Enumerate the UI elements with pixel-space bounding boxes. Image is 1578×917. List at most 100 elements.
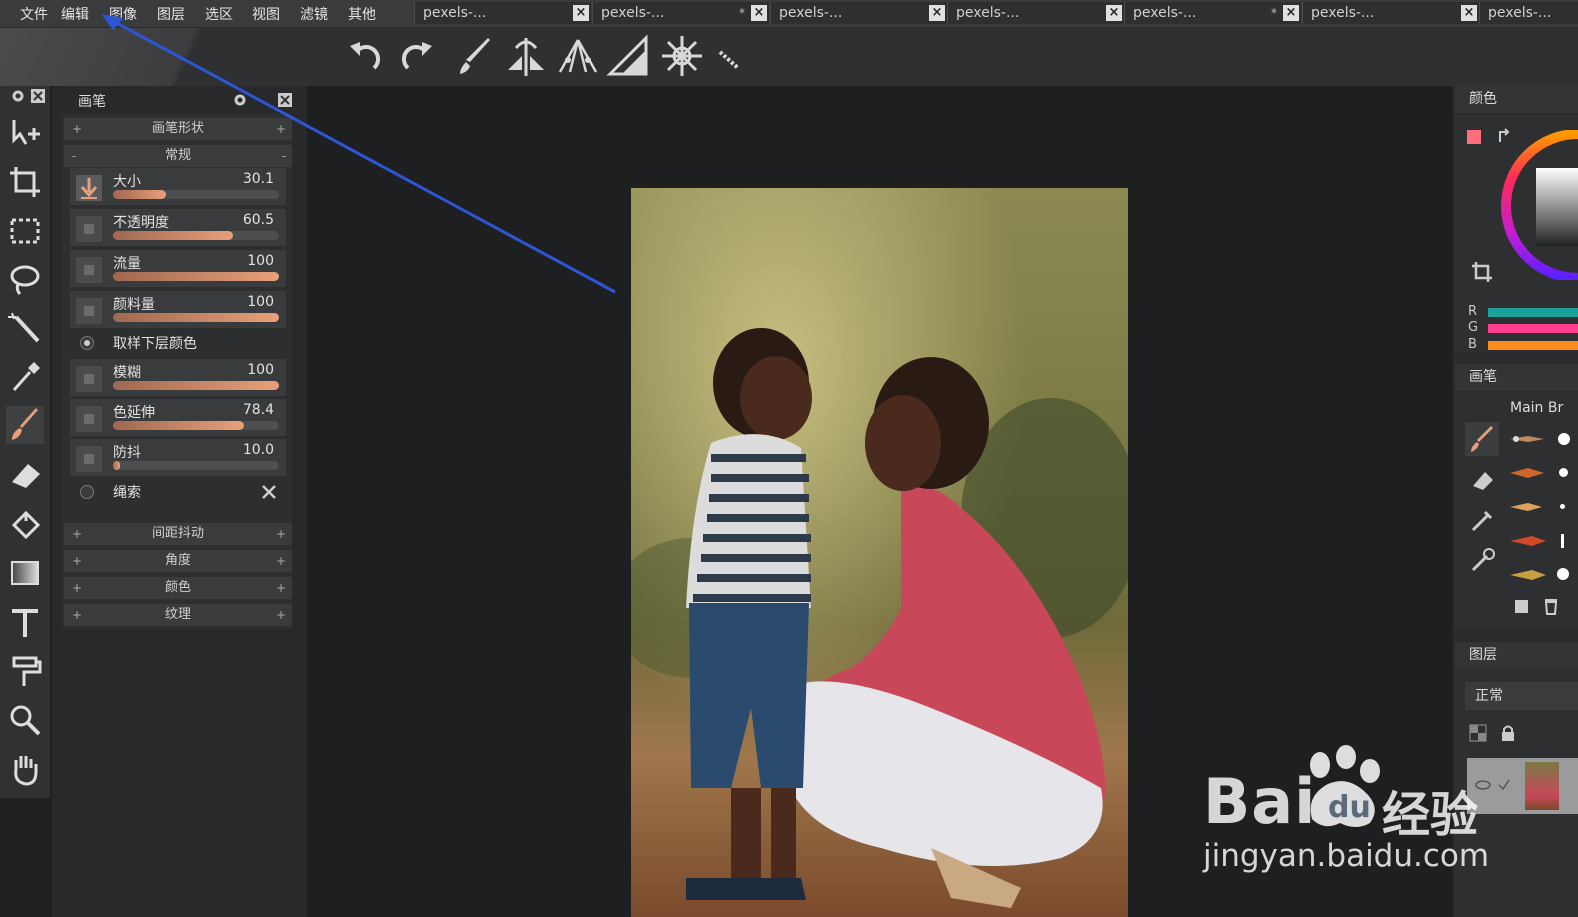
layers-panel-title: 图层: [1469, 647, 1497, 663]
sample-below-option[interactable]: 取样下层颜色: [70, 328, 286, 358]
watermark-brand-cn: 经验: [1382, 787, 1479, 843]
slider-label: 模糊: [113, 365, 141, 381]
slider-label: 色延伸: [113, 405, 155, 421]
document-tab[interactable]: pexels-... ×: [770, 2, 947, 24]
slider-fill: [113, 381, 279, 390]
b-slider[interactable]: [1488, 341, 1578, 350]
gear-icon[interactable]: [10, 88, 26, 104]
slider-blur[interactable]: 模糊 100: [70, 359, 286, 396]
slider-fill: [113, 313, 279, 322]
transparency-lock-icon[interactable]: [1469, 724, 1487, 742]
color-panel-header: 颜色: [1455, 86, 1578, 113]
smudge-category-icon[interactable]: [1469, 506, 1497, 534]
brush-preset-1[interactable]: [1508, 428, 1548, 450]
section-angle[interactable]: + 角度 +: [64, 550, 292, 572]
brush-category-paint[interactable]: [1465, 422, 1499, 456]
brush-preset-2[interactable]: [1508, 462, 1548, 484]
trash-icon[interactable]: [1542, 597, 1560, 615]
annotation-arrow: [101, 14, 616, 294]
lasso-option[interactable]: 绳索: [70, 477, 286, 507]
g-slider[interactable]: [1488, 324, 1578, 333]
checkmark-icon[interactable]: [1497, 778, 1511, 792]
menu-file[interactable]: 文件: [20, 4, 48, 24]
color-panel-title: 颜色: [1469, 91, 1497, 107]
r-slider[interactable]: [1488, 308, 1578, 317]
collapse-icon: -: [72, 149, 77, 163]
expand-icon: +: [72, 122, 83, 136]
color-wheel[interactable]: [1500, 130, 1578, 280]
pressure-toggle[interactable]: [76, 298, 102, 324]
expand-icon: +: [275, 527, 286, 541]
zoom-icon[interactable]: [6, 701, 44, 739]
layer-row[interactable]: [1467, 758, 1578, 814]
brush-set-title: 画笔: [1469, 369, 1497, 385]
section-spacing-jitter[interactable]: + 间距抖动 +: [64, 523, 292, 545]
tab-close-icon[interactable]: ×: [1106, 5, 1122, 21]
tab-close-icon[interactable]: ×: [1461, 5, 1477, 21]
lasso-icon[interactable]: [6, 260, 44, 298]
new-brush-icon[interactable]: [1512, 597, 1530, 615]
text-icon[interactable]: [6, 603, 44, 641]
eraser-icon[interactable]: [6, 456, 44, 494]
eyedropper-icon[interactable]: [6, 358, 44, 396]
section-texture[interactable]: + 纹理 +: [64, 604, 292, 626]
document-tab[interactable]: pexels-...: [1479, 2, 1578, 24]
magic-wand-icon[interactable]: [6, 309, 44, 347]
document-tab[interactable]: pexels-... ×: [1302, 2, 1479, 24]
fill-icon[interactable]: [6, 505, 44, 543]
crop-icon[interactable]: [6, 163, 44, 201]
wrench-icon[interactable]: [260, 483, 278, 501]
expand-icon: +: [72, 581, 83, 595]
slider-track[interactable]: [113, 421, 279, 430]
blend-category-icon[interactable]: [1469, 546, 1497, 574]
menu-edit[interactable]: 编辑: [61, 4, 89, 24]
brush-icon: [12, 408, 38, 440]
section-label: 间距抖动: [151, 526, 204, 541]
move-icon[interactable]: [6, 114, 44, 152]
brush-dot: [1557, 568, 1569, 580]
slider-track[interactable]: [113, 313, 279, 322]
brush-dot: [1560, 504, 1565, 509]
close-icon[interactable]: [30, 88, 46, 104]
radio-label: 绳索: [113, 485, 141, 501]
brush-dot: [1559, 468, 1568, 477]
lock-icon[interactable]: [1499, 724, 1517, 742]
pressure-toggle[interactable]: [76, 366, 102, 392]
slider-value: 10.0: [242, 442, 274, 458]
slider-track[interactable]: [113, 461, 279, 470]
slider-fill: [113, 461, 120, 470]
tab-close-icon[interactable]: ×: [929, 5, 945, 21]
tab-close-icon[interactable]: ×: [751, 5, 767, 21]
rect-select-icon[interactable]: [6, 212, 44, 250]
eraser-category-icon[interactable]: [1469, 466, 1497, 494]
tab-label: pexels-...: [1311, 5, 1375, 21]
layers-panel-header: 图层: [1455, 642, 1578, 669]
brush-preset-5[interactable]: [1508, 564, 1548, 586]
slider-stabilizer[interactable]: 防抖 10.0: [70, 439, 286, 476]
slider-value: 100: [247, 362, 274, 378]
brush-preset-4[interactable]: [1508, 530, 1548, 552]
blend-mode-select[interactable]: 正常: [1465, 682, 1578, 710]
section-color[interactable]: + 颜色 +: [64, 577, 292, 599]
radio-button[interactable]: [80, 485, 94, 499]
brush-tool-active[interactable]: [6, 406, 44, 444]
document-tab[interactable]: pexels-... * ×: [1124, 2, 1301, 24]
hand-icon[interactable]: [6, 750, 44, 788]
document-tab[interactable]: pexels-... ×: [947, 2, 1124, 24]
slider-track[interactable]: [113, 381, 279, 390]
brush-preset-3[interactable]: [1508, 496, 1548, 518]
slider-color-stretch[interactable]: 色延伸 78.4: [70, 399, 286, 436]
tab-close-icon[interactable]: ×: [1283, 5, 1299, 21]
photo-canvas[interactable]: [631, 188, 1128, 917]
smudge-icon[interactable]: [6, 652, 44, 690]
gradient-icon[interactable]: [6, 554, 44, 592]
pressure-toggle[interactable]: [76, 446, 102, 472]
radio-button[interactable]: [80, 336, 94, 350]
mandala-icon[interactable]: [660, 34, 704, 78]
crop-frame-icon[interactable]: [1470, 260, 1492, 282]
section-label: 颜色: [164, 580, 191, 595]
pencil-small-icon[interactable]: [706, 34, 750, 78]
svg-text:du: du: [1328, 790, 1371, 825]
pressure-toggle[interactable]: [76, 406, 102, 432]
primary-color-swatch[interactable]: [1467, 130, 1481, 144]
